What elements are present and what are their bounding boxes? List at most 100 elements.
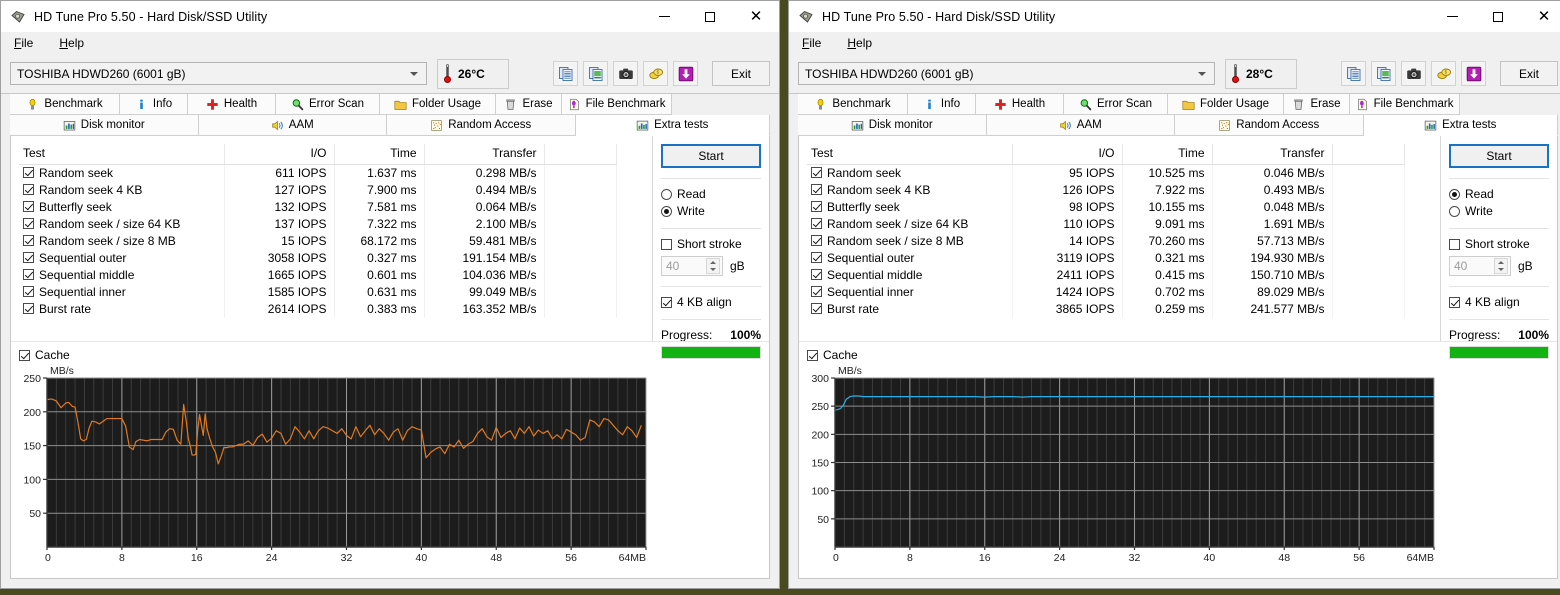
table-row[interactable]: Sequential outer 3119 IOPS 0.321 ms 194.930…: [807, 249, 1405, 267]
tab-extra-tests[interactable]: Extra tests: [575, 115, 770, 136]
money-button[interactable]: $: [643, 61, 668, 86]
test-checkbox[interactable]: [811, 252, 822, 263]
test-checkbox[interactable]: [811, 184, 822, 195]
table-row[interactable]: Butterfly seek 98 IOPS 10.155 ms 0.048 MB/s: [807, 198, 1405, 216]
table-row[interactable]: Random seek 4 KB 127 IOPS 7.900 ms 0.494 MB…: [19, 181, 617, 199]
table-row[interactable]: Random seek / size 64 KB 110 IOPS 9.091 ms…: [807, 215, 1405, 233]
maximize-button[interactable]: [1475, 1, 1521, 32]
table-row[interactable]: Burst rate 2614 IOPS 0.383 ms 163.352 MB/s: [19, 300, 617, 318]
copy-image-button[interactable]: [583, 61, 608, 86]
temperature-indicator[interactable]: 28°C: [1225, 58, 1297, 89]
tab-benchmark[interactable]: Benchmark: [798, 94, 908, 115]
test-checkbox[interactable]: [23, 218, 34, 229]
minimize-button[interactable]: [1429, 1, 1475, 32]
test-checkbox[interactable]: [811, 218, 822, 229]
mode-radio-read[interactable]: Read: [1449, 187, 1549, 201]
tab-disk-monitor[interactable]: Disk monitor: [10, 115, 199, 136]
minimize-button[interactable]: [641, 1, 687, 32]
test-checkbox[interactable]: [23, 252, 34, 263]
short-stroke-option[interactable]: Short stroke: [1449, 237, 1549, 251]
test-checkbox[interactable]: [23, 269, 34, 280]
tab-error-scan[interactable]: Error Scan: [276, 94, 380, 115]
table-row[interactable]: Sequential middle 2411 IOPS 0.415 ms 150.71…: [807, 266, 1405, 284]
copy-image-button[interactable]: [1371, 61, 1396, 86]
drive-select[interactable]: TOSHIBA HDWD260 (6001 gB): [798, 62, 1215, 85]
table-row[interactable]: Random seek / size 64 KB 137 IOPS 7.322 ms…: [19, 215, 617, 233]
drive-select[interactable]: TOSHIBA HDWD260 (6001 gB): [10, 62, 427, 85]
start-button[interactable]: Start: [661, 144, 761, 168]
menu-item-file[interactable]: File: [10, 34, 37, 52]
column-header-test[interactable]: Test: [807, 144, 1013, 165]
mode-radio-write[interactable]: Write: [1449, 204, 1549, 218]
table-row[interactable]: Random seek 95 IOPS 10.525 ms 0.046 MB/s: [807, 164, 1405, 182]
start-button[interactable]: Start: [1449, 144, 1549, 168]
test-checkbox[interactable]: [23, 286, 34, 297]
camera-button[interactable]: [1401, 61, 1426, 86]
tab-folder-usage[interactable]: Folder Usage: [380, 94, 496, 115]
tab-erase[interactable]: Erase: [496, 94, 562, 115]
spinner-arrows[interactable]: [1494, 258, 1508, 274]
cache-checkbox[interactable]: [19, 349, 30, 361]
tab-health[interactable]: Health: [188, 94, 276, 115]
column-header-transfer[interactable]: Transfer: [1212, 144, 1333, 165]
test-checkbox[interactable]: [23, 235, 34, 246]
test-checkbox[interactable]: [811, 167, 822, 179]
tab-aam[interactable]: AAM: [986, 115, 1175, 136]
test-checkbox[interactable]: [23, 167, 34, 179]
spinner-arrows[interactable]: [706, 258, 720, 274]
short-stroke-checkbox[interactable]: [1449, 238, 1460, 250]
table-row[interactable]: Butterfly seek 132 IOPS 7.581 ms 0.064 MB/s: [19, 198, 617, 216]
test-checkbox[interactable]: [23, 201, 34, 212]
test-checkbox[interactable]: [811, 235, 822, 246]
download-button[interactable]: [1461, 61, 1486, 86]
mode-radio-write-indicator[interactable]: [1449, 205, 1460, 217]
mode-radio-write[interactable]: Write: [661, 204, 761, 218]
tab-info[interactable]: Info: [120, 94, 188, 115]
column-header-i-o[interactable]: I/O: [1012, 144, 1123, 165]
mode-radio-read-indicator[interactable]: [1449, 188, 1460, 200]
tab-erase[interactable]: Erase: [1284, 94, 1350, 115]
table-row[interactable]: Burst rate 3865 IOPS 0.259 ms 241.577 MB/s: [807, 300, 1405, 318]
download-button[interactable]: [673, 61, 698, 86]
camera-button[interactable]: [613, 61, 638, 86]
table-row[interactable]: Sequential middle 1665 IOPS 0.601 ms 104.03…: [19, 266, 617, 284]
copy-text-button[interactable]: [553, 61, 578, 86]
align-checkbox[interactable]: [661, 296, 672, 308]
tab-benchmark[interactable]: Benchmark: [10, 94, 120, 115]
table-row[interactable]: Sequential outer 3058 IOPS 0.327 ms 191.154…: [19, 249, 617, 267]
tab-random-access[interactable]: Random Access: [387, 115, 576, 136]
table-row[interactable]: Random seek / size 8 MB 15 IOPS 68.172 ms 5…: [19, 232, 617, 250]
table-row[interactable]: Sequential inner 1424 IOPS 0.702 ms 89.029 …: [807, 283, 1405, 301]
short-stroke-size-input[interactable]: 40: [661, 256, 723, 276]
mode-radio-read[interactable]: Read: [661, 187, 761, 201]
maximize-button[interactable]: [687, 1, 733, 32]
align-option[interactable]: 4 KB align: [1449, 295, 1549, 309]
tab-folder-usage[interactable]: Folder Usage: [1168, 94, 1284, 115]
tab-file-benchmark[interactable]: File Benchmark: [562, 94, 672, 115]
tab-file-benchmark[interactable]: File Benchmark: [1350, 94, 1460, 115]
table-row[interactable]: Random seek 611 IOPS 1.637 ms 0.298 MB/s: [19, 164, 617, 182]
column-header-test[interactable]: Test: [19, 144, 225, 165]
tab-info[interactable]: Info: [908, 94, 976, 115]
test-checkbox[interactable]: [811, 201, 822, 212]
menu-item-help[interactable]: Help: [55, 34, 88, 52]
tab-health[interactable]: Health: [976, 94, 1064, 115]
tab-random-access[interactable]: Random Access: [1175, 115, 1364, 136]
close-button[interactable]: ✕: [733, 1, 779, 32]
close-button[interactable]: ✕: [1521, 1, 1560, 32]
tab-aam[interactable]: AAM: [198, 115, 387, 136]
cache-option[interactable]: Cache: [11, 341, 769, 362]
short-stroke-option[interactable]: Short stroke: [661, 237, 761, 251]
test-checkbox[interactable]: [23, 303, 34, 314]
column-header-time[interactable]: Time: [334, 144, 425, 165]
cache-checkbox[interactable]: [807, 349, 818, 361]
short-stroke-size-input[interactable]: 40: [1449, 256, 1511, 276]
tab-extra-tests[interactable]: Extra tests: [1363, 115, 1558, 136]
table-row[interactable]: Random seek 4 KB 126 IOPS 7.922 ms 0.493 MB…: [807, 181, 1405, 199]
align-checkbox[interactable]: [1449, 296, 1460, 308]
exit-button[interactable]: Exit: [712, 61, 770, 86]
test-checkbox[interactable]: [811, 269, 822, 280]
exit-button[interactable]: Exit: [1500, 61, 1558, 86]
test-checkbox[interactable]: [811, 286, 822, 297]
test-checkbox[interactable]: [23, 184, 34, 195]
